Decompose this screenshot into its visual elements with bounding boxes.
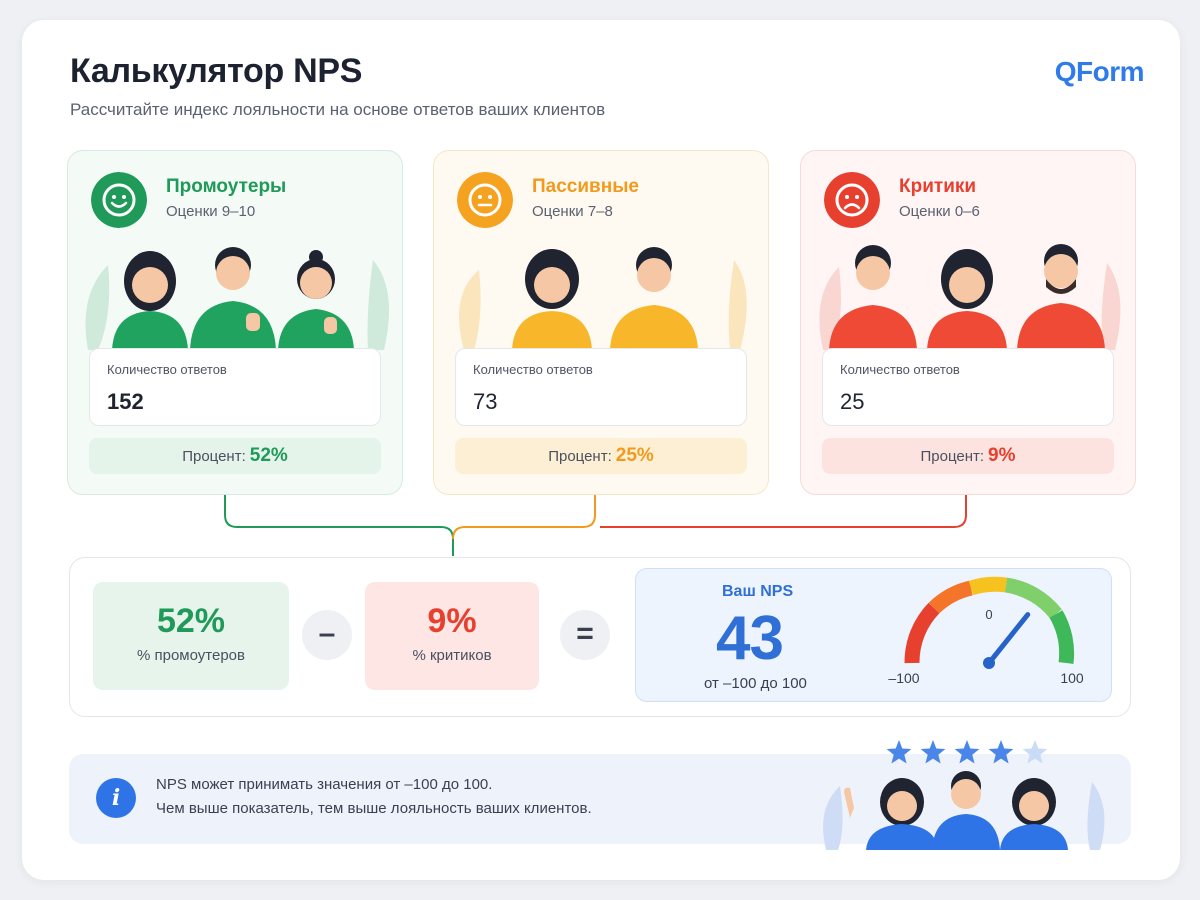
percent-value: 9% xyxy=(988,445,1016,466)
nps-gauge: –100 0 100 xyxy=(888,576,1084,686)
critics-percent-value: 9% xyxy=(427,602,477,640)
smile-face-icon xyxy=(91,172,147,228)
gauge-min-label: –100 xyxy=(888,670,919,686)
count-label: Количество ответов xyxy=(107,362,227,377)
critics-illustration xyxy=(819,244,1121,350)
gauge-needle xyxy=(986,612,1031,666)
critics-card: Критики Оценки 0–6 Количество ответов 25… xyxy=(800,150,1136,495)
equals-operator: = xyxy=(560,610,610,660)
count-value: 73 xyxy=(473,389,498,414)
page-title: Калькулятор NPS xyxy=(70,52,363,90)
percent-badge: Процент: 25% xyxy=(455,438,747,474)
segment-name: Критики xyxy=(899,176,977,197)
nps-result-box: Ваш NPS 43 от –100 до 100 –100 0 100 xyxy=(635,568,1112,702)
nps-result-range: от –100 до 100 xyxy=(704,675,807,692)
star-icon xyxy=(954,740,980,764)
percent-badge: Процент: 52% xyxy=(89,438,381,474)
nps-result-value: 43 xyxy=(716,604,784,673)
segment-name: Промоутеры xyxy=(166,176,287,197)
critics-percent-box: 9% % критиков xyxy=(365,582,539,690)
neutral-face-icon xyxy=(457,172,513,228)
count-value: 152 xyxy=(107,389,144,414)
star-icon xyxy=(1022,740,1048,764)
segment-range: Оценки 9–10 xyxy=(166,203,256,220)
responses-count-field[interactable]: Количество ответов 73 xyxy=(455,348,747,426)
rating-stars xyxy=(886,740,1048,764)
promoters-illustration xyxy=(85,247,390,350)
gauge-max-label: 100 xyxy=(1060,670,1084,686)
info-line-2: Чем выше показатель, тем выше лояльность… xyxy=(156,800,592,817)
passives-card: Пассивные Оценки 7–8 Количество ответов … xyxy=(433,150,769,495)
segment-name: Пассивные xyxy=(532,176,639,197)
passives-illustration xyxy=(459,247,747,350)
promoters-percent-box: 52% % промоутеров xyxy=(93,582,289,690)
nps-result-label: Ваш NPS xyxy=(722,583,794,600)
percent-badge: Процент: 9% xyxy=(822,438,1114,474)
promoters-percent-label: % промоутеров xyxy=(137,647,245,664)
page-subtitle: Рассчитайте индекс лояльности на основе … xyxy=(70,100,606,119)
responses-count-field[interactable]: Количество ответов 25 xyxy=(822,348,1114,426)
count-value: 25 xyxy=(840,389,865,414)
brand-logo[interactable]: QForm xyxy=(1055,56,1145,88)
minus-operator: – xyxy=(302,610,352,660)
star-icon xyxy=(886,740,912,764)
percent-value: 25% xyxy=(615,445,654,466)
happy-customers-illustration xyxy=(823,771,1105,850)
count-label: Количество ответов xyxy=(473,362,593,377)
promoters-card: Промоутеры Оценки 9–10 Количество ответо… xyxy=(67,150,403,495)
promoters-percent-value: 52% xyxy=(156,602,226,640)
segment-range: Оценки 0–6 xyxy=(899,203,980,220)
count-label: Количество ответов xyxy=(840,362,960,377)
percent-label: Процент: xyxy=(548,448,612,465)
info-icon: i xyxy=(96,778,136,818)
segment-range: Оценки 7–8 xyxy=(532,203,613,220)
info-line-1: NPS может принимать значения от –100 до … xyxy=(156,776,493,793)
percent-value: 52% xyxy=(249,445,288,466)
sad-face-icon xyxy=(824,172,880,228)
star-icon xyxy=(920,740,946,764)
star-icon xyxy=(988,740,1014,764)
critics-percent-label: % критиков xyxy=(412,647,492,664)
percent-label: Процент: xyxy=(182,448,246,465)
gauge-mid-label: 0 xyxy=(985,607,992,622)
responses-count-field[interactable]: Количество ответов 152 xyxy=(89,348,381,426)
percent-label: Процент: xyxy=(920,448,985,465)
